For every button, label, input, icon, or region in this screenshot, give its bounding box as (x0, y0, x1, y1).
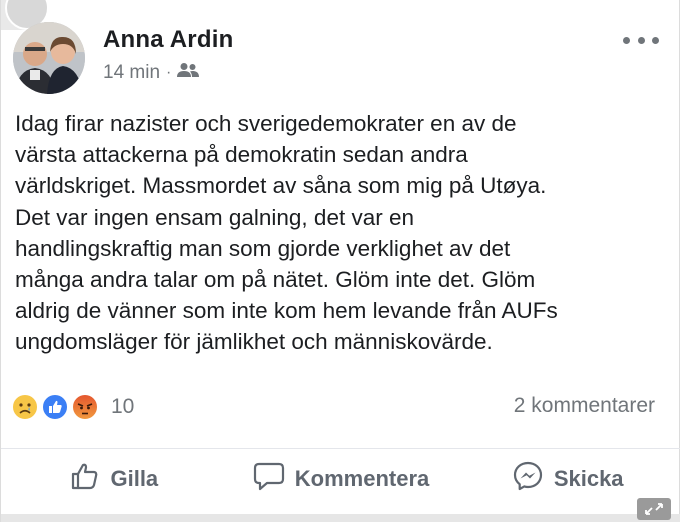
facebook-post: Anna Ardin 14 min · Idag firar nazister … (0, 0, 680, 522)
messenger-icon (512, 460, 544, 498)
post-meta: 14 min · (103, 62, 200, 84)
angry-reaction-icon (71, 393, 99, 421)
meta-separator: · (166, 64, 172, 81)
more-dot (637, 36, 645, 44)
reactions-summary[interactable]: 10 (11, 392, 134, 422)
post-body-text: Idag firar nazister och sverigedemokrate… (15, 111, 558, 355)
comment-button[interactable]: Kommentera (228, 450, 455, 508)
avatar-photo (13, 22, 85, 94)
comment-icon (253, 461, 285, 497)
friends-icon[interactable] (177, 62, 200, 84)
like-label: Gilla (110, 466, 159, 491)
comments-count-link[interactable]: 2 kommentarer (514, 394, 655, 418)
expand-icon[interactable] (637, 498, 671, 520)
action-bar: Gilla Kommentera Skicka (1, 448, 680, 509)
post-timestamp[interactable]: 14 min (103, 62, 160, 84)
reaction-count: 10 (111, 395, 135, 418)
thumbs-up-icon (70, 461, 100, 497)
like-reaction-icon (41, 393, 69, 421)
sad-reaction-icon (11, 393, 39, 421)
avatar[interactable] (13, 22, 85, 94)
more-dot (652, 36, 659, 44)
bottom-scroll-edge (1, 514, 680, 522)
send-label: Skicka (553, 466, 624, 491)
like-button[interactable]: Gilla (1, 450, 228, 508)
more-dot (623, 36, 630, 44)
comment-label: Kommentera (294, 466, 430, 491)
author-name[interactable]: Anna Ardin (103, 26, 233, 54)
more-options-icon[interactable] (623, 30, 659, 50)
reaction-icons (11, 393, 103, 421)
